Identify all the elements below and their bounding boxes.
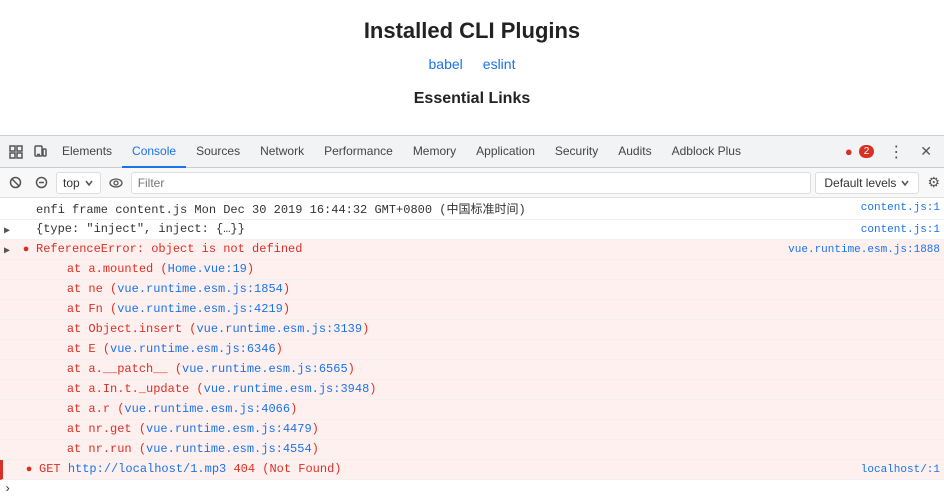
console-file[interactable]: localhost/:1	[820, 464, 940, 476]
stack-frame: at ne (vue.runtime.esm.js:1854)	[0, 280, 944, 300]
error-icon: ●	[18, 244, 34, 256]
device-icon[interactable]	[28, 140, 52, 164]
console-text: enfi frame content.js Mon Dec 30 2019 16…	[36, 200, 818, 217]
eye-icon[interactable]	[105, 172, 127, 194]
page-title: Installed CLI Plugins	[364, 18, 580, 44]
console-line: enfi frame content.js Mon Dec 30 2019 16…	[0, 198, 944, 220]
stack-frame: at E (vue.runtime.esm.js:6346)	[0, 340, 944, 360]
page-links: babel eslint	[429, 56, 516, 72]
stack-frame: at nr.run (vue.runtime.esm.js:4554)	[0, 440, 944, 460]
filter-input[interactable]	[131, 172, 812, 194]
essential-links-partial: Essential Links	[414, 90, 531, 108]
error-url-link[interactable]: http://localhost/1.mp3	[68, 462, 226, 476]
stop-icon[interactable]	[4, 172, 26, 194]
tab-memory[interactable]: Memory	[403, 136, 466, 168]
console-file[interactable]: content.js:1	[820, 224, 940, 236]
tab-security[interactable]: Security	[545, 136, 608, 168]
eslint-link[interactable]: eslint	[483, 56, 516, 72]
stack-link[interactable]: vue.runtime.esm.js:3948	[204, 382, 370, 396]
console-get-error: ● GET http://localhost/1.mp3 404 (Not Fo…	[0, 460, 944, 480]
devtools-panel: Elements Console Sources Network Perform…	[0, 135, 944, 501]
console-toolbar: top Default levels ⚙	[0, 168, 944, 198]
console-file[interactable]: content.js:1	[820, 202, 940, 214]
context-selector[interactable]: top	[56, 172, 101, 194]
stack-link[interactable]: vue.runtime.esm.js:4066	[124, 402, 290, 416]
devtools-tabs: Elements Console Sources Network Perform…	[0, 136, 944, 168]
stack-link[interactable]: vue.runtime.esm.js:6346	[110, 342, 276, 356]
stack-frame: at Object.insert (vue.runtime.esm.js:313…	[0, 320, 944, 340]
settings-icon[interactable]: ⚙	[927, 174, 940, 191]
levels-select[interactable]: Default levels	[815, 172, 919, 194]
console-file[interactable]: vue.runtime.esm.js:1888	[788, 244, 940, 256]
clear-icon[interactable]	[30, 172, 52, 194]
console-text: {type: "inject", inject: {…}}	[36, 222, 818, 236]
expand-arrow[interactable]: ▶	[4, 225, 16, 237]
error-icon: ●	[21, 464, 37, 476]
page-content: Installed CLI Plugins babel eslint Essen…	[0, 0, 944, 135]
babel-link[interactable]: babel	[429, 56, 463, 72]
tab-performance[interactable]: Performance	[314, 136, 403, 168]
stack-frame: at a.mounted (Home.vue:19)	[0, 260, 944, 280]
stack-link[interactable]: Home.vue:19	[168, 262, 247, 276]
tab-audits[interactable]: Audits	[608, 136, 661, 168]
tab-application[interactable]: Application	[466, 136, 545, 168]
more-tabs-icon[interactable]: ⋮	[880, 142, 912, 162]
console-line: ▶ {type: "inject", inject: {…}} content.…	[0, 220, 944, 240]
stack-frame: at Fn (vue.runtime.esm.js:4219)	[0, 300, 944, 320]
tab-adblock[interactable]: Adblock Plus	[662, 136, 751, 168]
error-text: ReferenceError: object is not defined	[36, 242, 786, 256]
expand-arrow[interactable]: ▶	[4, 245, 16, 257]
stack-frame: at a.In.t._update (vue.runtime.esm.js:39…	[0, 380, 944, 400]
stack-link[interactable]: vue.runtime.esm.js:4219	[117, 302, 283, 316]
console-output: enfi frame content.js Mon Dec 30 2019 16…	[0, 198, 944, 501]
inspect-icon[interactable]	[4, 140, 28, 164]
stack-link[interactable]: vue.runtime.esm.js:3139	[196, 322, 362, 336]
stack-link[interactable]: vue.runtime.esm.js:6565	[182, 362, 348, 376]
stack-frame: at nr.get (vue.runtime.esm.js:4479)	[0, 420, 944, 440]
tab-console[interactable]: Console	[122, 136, 186, 168]
prompt-chevron: ›	[4, 482, 11, 496]
console-error-line: ▶ ● ReferenceError: object is not define…	[0, 240, 944, 260]
console-prompt: ›	[0, 480, 944, 498]
stack-frame: at a.r (vue.runtime.esm.js:4066)	[0, 400, 944, 420]
tab-network[interactable]: Network	[250, 136, 314, 168]
stack-frame: at a.__patch__ (vue.runtime.esm.js:6565)	[0, 360, 944, 380]
get-error-text: GET http://localhost/1.mp3 404 (Not Foun…	[39, 462, 818, 476]
stack-link[interactable]: vue.runtime.esm.js:4554	[146, 442, 312, 456]
tab-sources[interactable]: Sources	[186, 136, 250, 168]
close-devtools-icon[interactable]: ✕	[912, 143, 940, 160]
tab-elements[interactable]: Elements	[52, 136, 122, 168]
stack-link[interactable]: vue.runtime.esm.js:1854	[117, 282, 283, 296]
error-badge: 2	[859, 145, 875, 158]
error-count[interactable]: ● 2	[839, 144, 880, 159]
stack-link[interactable]: vue.runtime.esm.js:4479	[146, 422, 312, 436]
